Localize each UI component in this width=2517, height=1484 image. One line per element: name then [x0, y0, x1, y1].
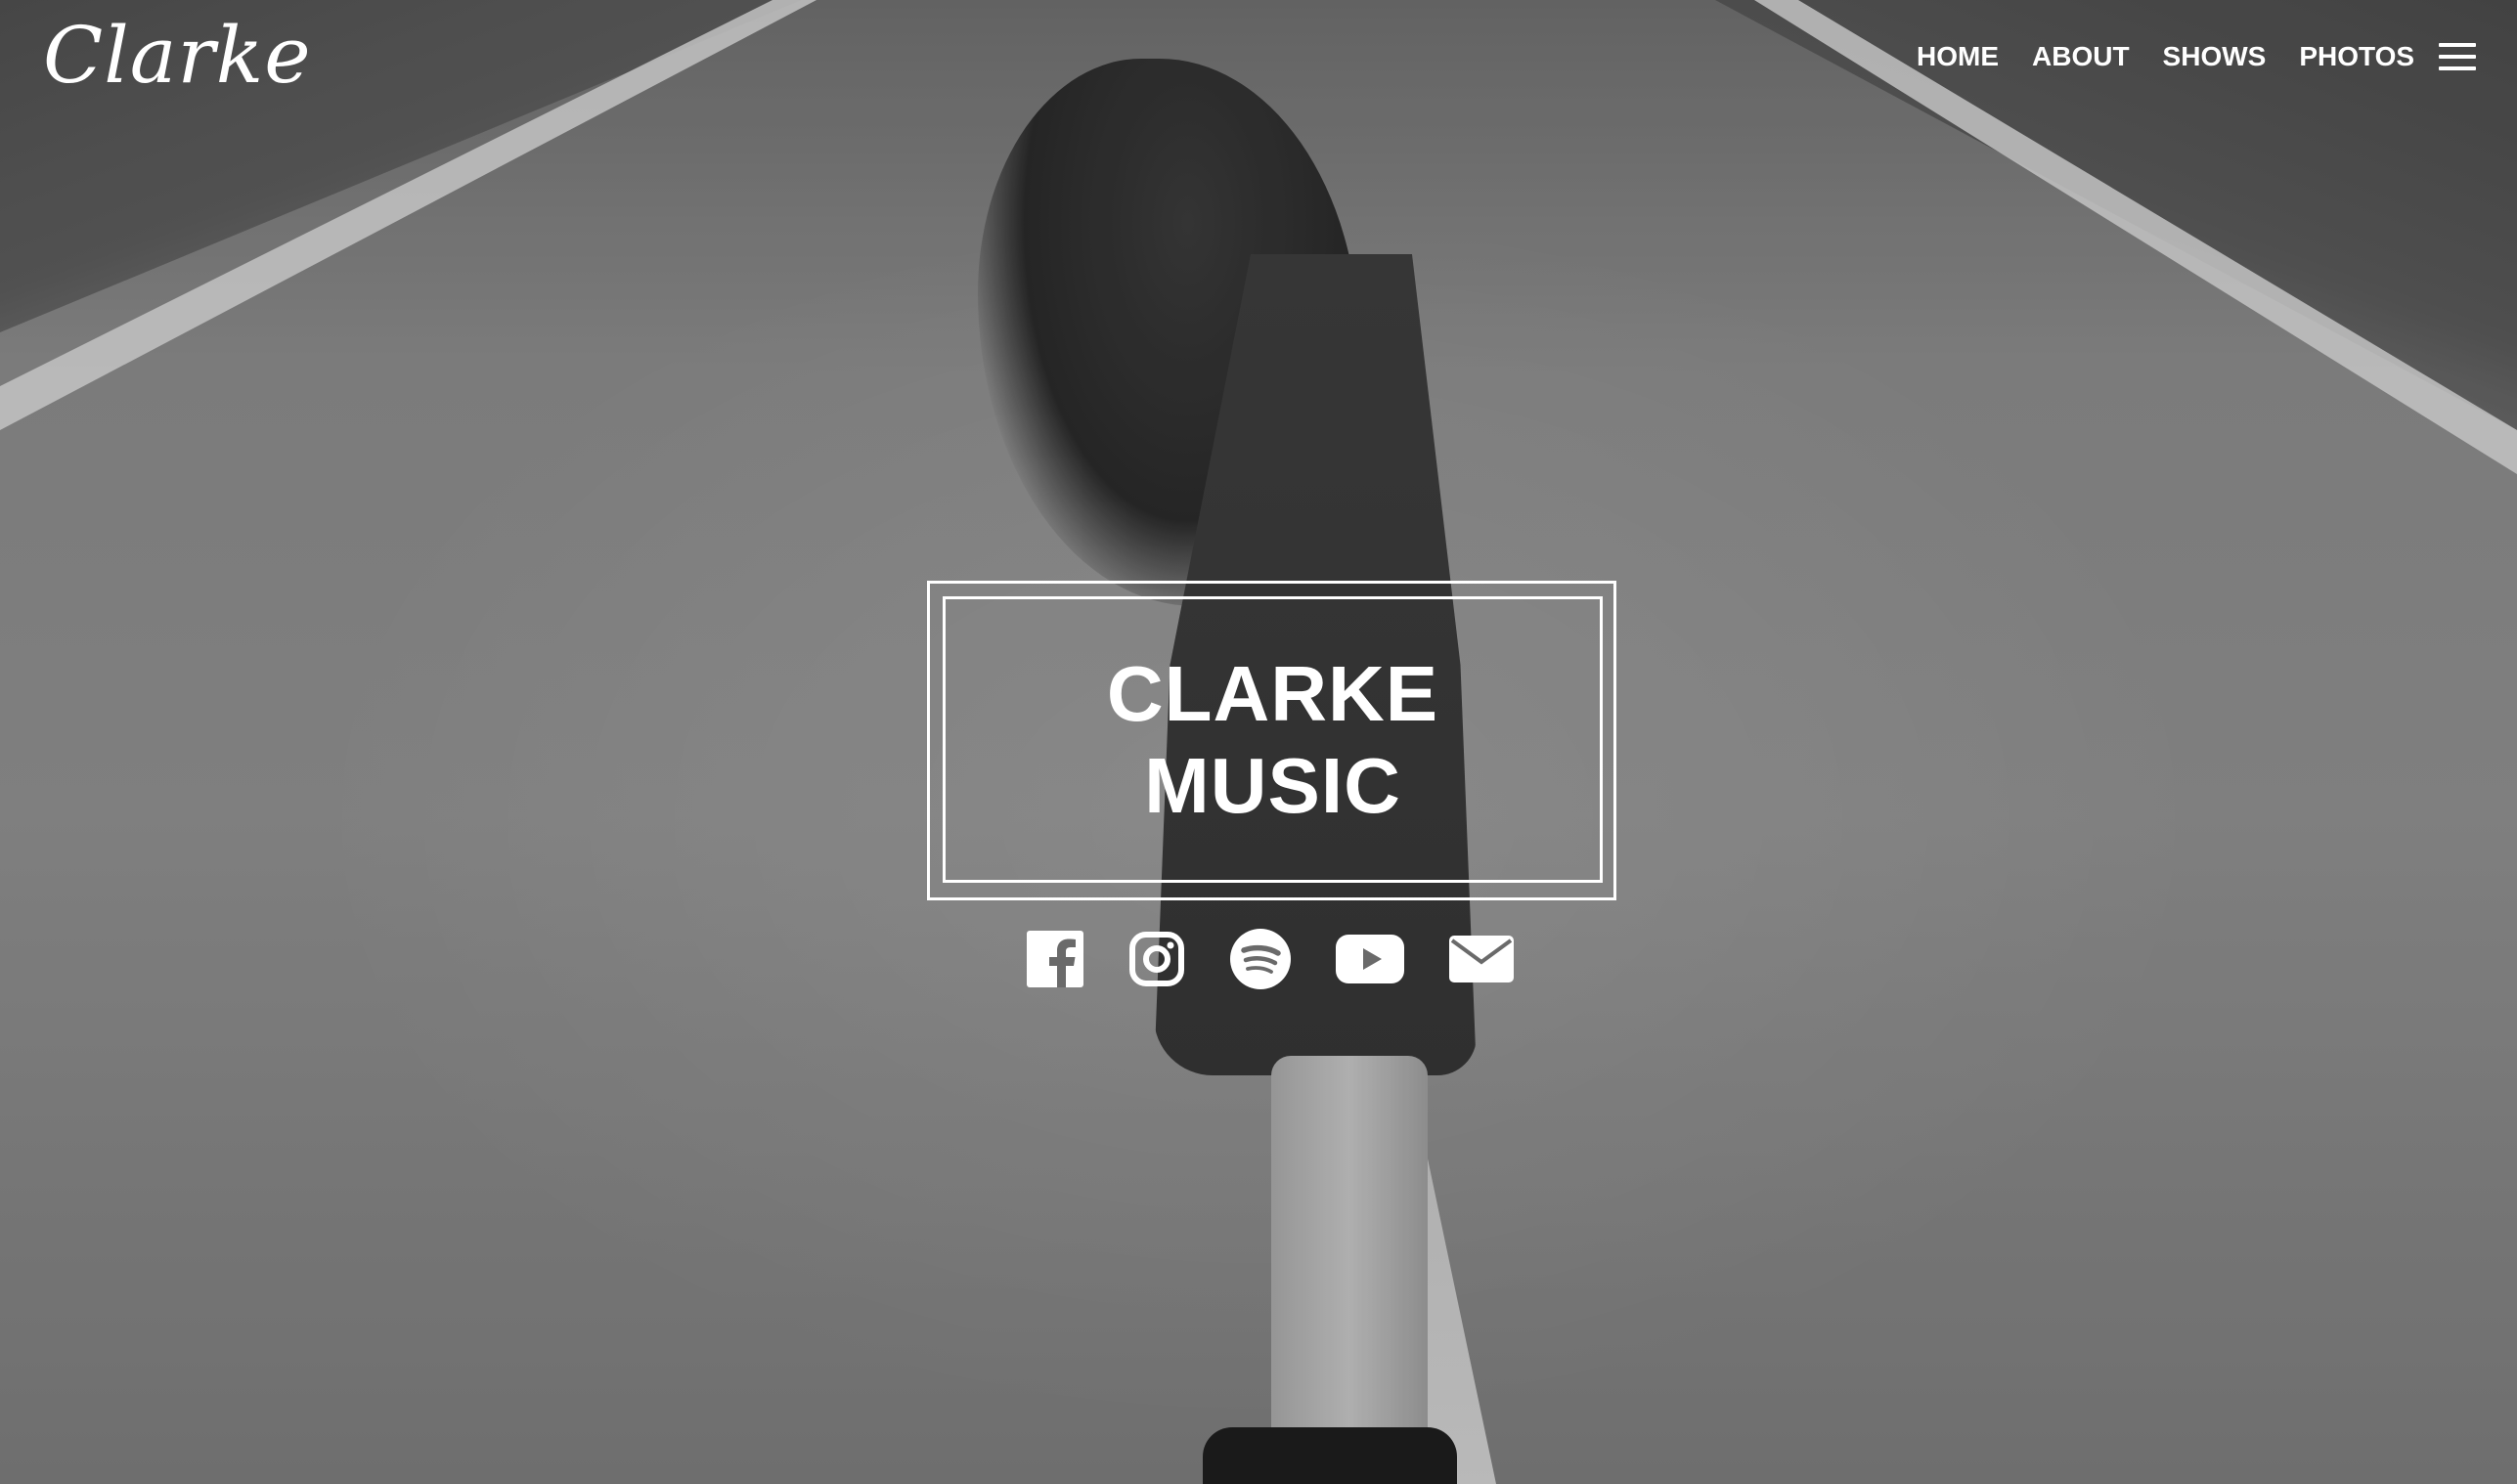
email-icon[interactable] [1449, 936, 1514, 987]
instagram-icon[interactable] [1128, 931, 1185, 992]
nav-photos-link[interactable]: PHOTOS [2299, 41, 2414, 72]
nav-shows-link[interactable]: SHOWS [2163, 41, 2267, 72]
site-logo[interactable]: Clarke [43, 10, 312, 101]
hero-title-line1: CLARKE [1106, 649, 1439, 737]
spotify-icon[interactable] [1230, 929, 1291, 994]
main-nav: HOME ABOUT SHOWS PHOTOS [1917, 41, 2448, 72]
hero-title-line2: MUSIC [1144, 741, 1401, 829]
nav-about-link[interactable]: ABOUT [2032, 41, 2130, 72]
title-frame: CLARKE MUSIC [943, 596, 1603, 883]
youtube-icon[interactable] [1336, 935, 1404, 988]
social-links [1027, 929, 1514, 994]
facebook-icon[interactable] [1027, 931, 1083, 992]
nav-home-link[interactable]: HOME [1917, 41, 1999, 72]
hamburger-menu-icon[interactable] [2439, 43, 2476, 70]
